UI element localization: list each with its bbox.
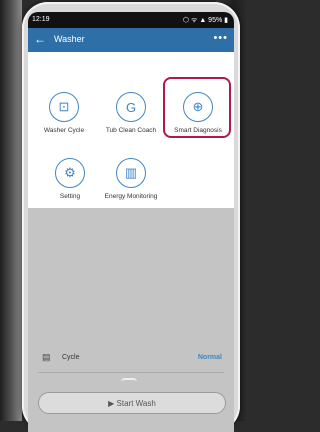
tile-label: Tub Clean Coach xyxy=(105,127,157,134)
tile-label: Energy Monitoring xyxy=(104,193,158,200)
app-bar: ← Washer ••• xyxy=(28,28,234,52)
drag-handle[interactable] xyxy=(121,378,137,386)
tile-label: Washer Cycle xyxy=(43,127,85,134)
cycle-label: Cycle xyxy=(62,354,80,361)
tub-clean-icon: G xyxy=(116,92,146,122)
gear-icon: ⚙ xyxy=(55,158,85,188)
page-title: Washer xyxy=(54,34,85,44)
tile-tub-clean-coach[interactable]: G Tub Clean Coach xyxy=(95,92,167,134)
start-wash-button[interactable]: ▶ Start Wash xyxy=(38,392,226,414)
tile-washer-cycle[interactable]: ⊡ Washer Cycle xyxy=(28,92,100,134)
cycle-icon: ▤ xyxy=(42,352,51,362)
energy-icon: ▥ xyxy=(116,158,146,188)
background-left xyxy=(0,0,22,421)
cycle-row[interactable]: ▤ Cycle Normal xyxy=(42,352,222,366)
phone-screen: 12:19 ⬡ ᯤ ▲ 95% ▮ ← Washer ••• ⊡ Washer … xyxy=(28,12,234,432)
back-arrow-icon[interactable]: ← xyxy=(34,32,46,46)
status-time: 12:19 xyxy=(32,16,50,23)
feature-panel: ⊡ Washer Cycle G Tub Clean Coach ⊕ Smart… xyxy=(28,52,234,208)
status-icons: ⬡ ᯤ ▲ 95% ▮ xyxy=(182,17,228,24)
more-icon[interactable]: ••• xyxy=(213,32,228,44)
divider xyxy=(38,372,224,373)
washer-cycle-icon: ⊡ xyxy=(49,92,79,122)
status-bar: 12:19 ⬡ ᯤ ▲ 95% ▮ xyxy=(28,12,234,28)
cycle-value: Normal xyxy=(197,354,222,361)
smart-diagnosis-highlight xyxy=(163,77,231,138)
tile-energy-monitoring[interactable]: ▥ Energy Monitoring xyxy=(95,158,167,200)
